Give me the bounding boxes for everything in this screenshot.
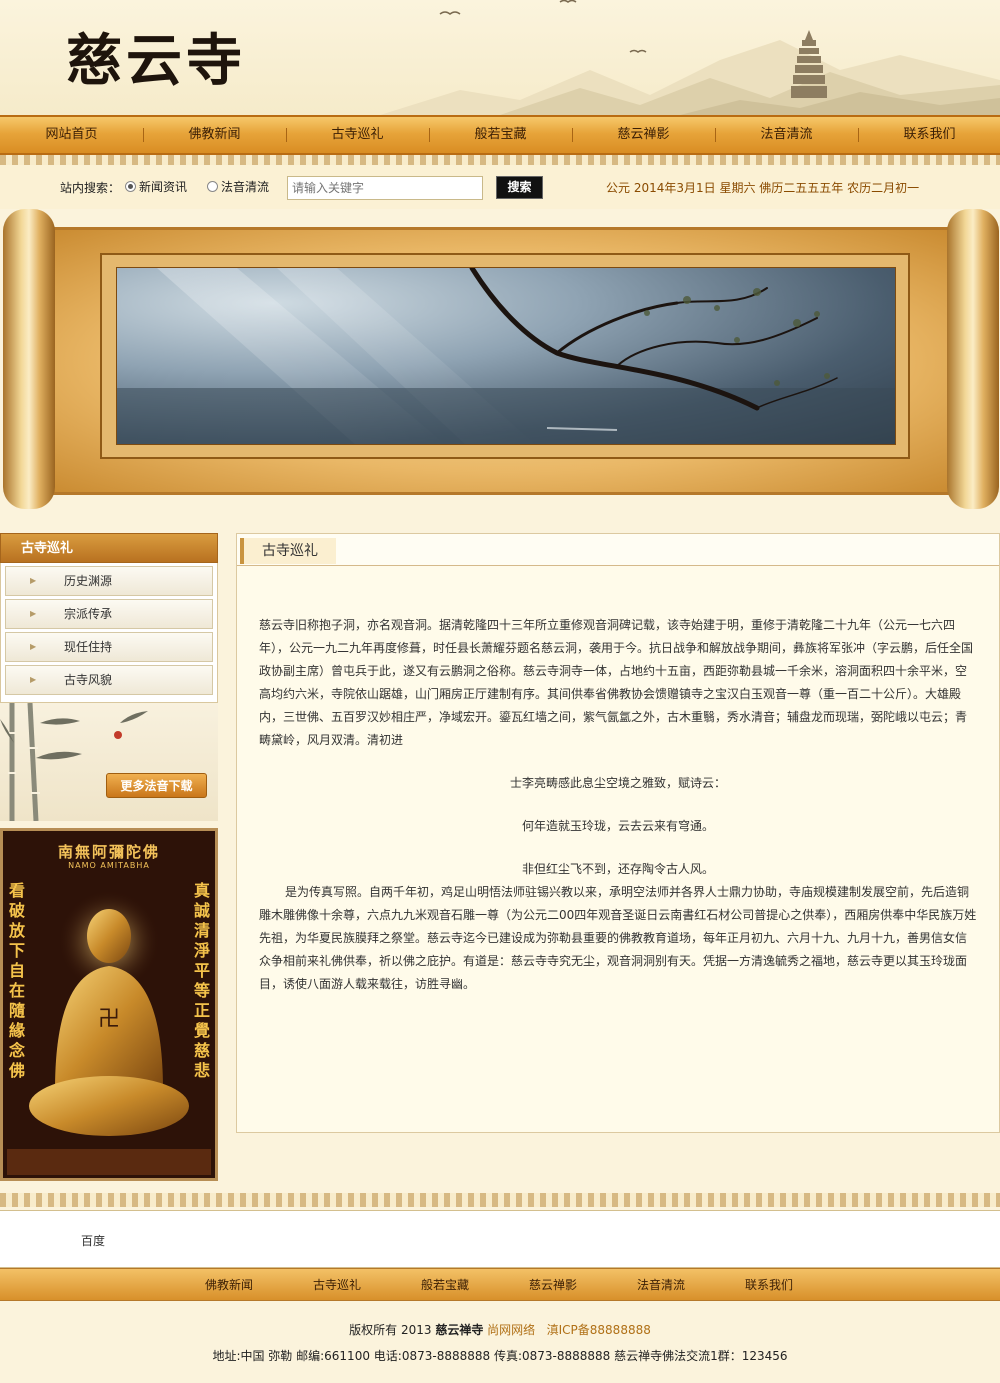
search-label: 站内搜索： bbox=[60, 181, 121, 195]
footer-nav: 佛教新闻 古寺巡礼 般若宝藏 慈云禅影 法音清流 联系我们 bbox=[0, 1268, 1000, 1301]
bamboo-icon bbox=[0, 703, 148, 821]
footer-nav-contact[interactable]: 联系我们 bbox=[745, 1269, 853, 1302]
main-nav: 网站首页 佛教新闻 古寺巡礼 般若宝藏 慈云禅影 法音清流 联系我们 bbox=[0, 115, 1000, 155]
footer-nav-prajna[interactable]: 般若宝藏 bbox=[421, 1269, 529, 1302]
article-paragraph: 是为传真写照。自两千年初，鸡足山明悟法师驻锡兴教以来，承明空法师并各界人士鼎力协… bbox=[259, 885, 977, 991]
search-option-news-label: 新闻资讯 bbox=[139, 180, 188, 194]
main-content: 古寺巡礼 慈云寺旧称抱子洞，亦名观音洞。据清乾隆四十三年所立重修观音洞碑记载，该… bbox=[236, 533, 1000, 1133]
nav-item-contact[interactable]: 联系我们 bbox=[858, 117, 1000, 153]
search-option-audio[interactable]: 法音清流 bbox=[207, 178, 269, 195]
nav-item-home[interactable]: 网站首页 bbox=[0, 117, 143, 153]
fret-border-divider bbox=[0, 155, 1000, 165]
more-downloads-button[interactable]: 更多法音下载 bbox=[106, 773, 207, 798]
sidebar-item-history[interactable]: 历史渊源 bbox=[5, 566, 213, 596]
sidebar-title: 古寺巡礼 bbox=[0, 533, 218, 563]
banner-image bbox=[116, 267, 896, 445]
site-header: 慈云寺 bbox=[0, 0, 1000, 115]
footer-fret-divider bbox=[0, 1193, 1000, 1207]
sidebar: 古寺巡礼 历史渊源 宗派传承 现任住持 古寺风貌 bbox=[0, 533, 218, 703]
copyright-prefix: 版权所有 2013 bbox=[349, 1323, 432, 1337]
copyright: 版权所有 2013 慈云禅寺 尚网网络 滇ICP备88888888 bbox=[0, 1321, 1000, 1338]
nav-item-news[interactable]: 佛教新闻 bbox=[143, 117, 286, 153]
mountain-landscape-decoration bbox=[380, 0, 1000, 115]
misty-lake-tree-image bbox=[117, 268, 895, 444]
search-option-audio-label: 法音清流 bbox=[221, 180, 270, 194]
footer-nav-dharma-audio[interactable]: 法音清流 bbox=[637, 1269, 745, 1302]
footer-nav-temple-tour[interactable]: 古寺巡礼 bbox=[313, 1269, 421, 1302]
poem-line: 非但红尘飞不到，还存陶令古人风。 bbox=[521, 862, 714, 876]
search-bar: 站内搜索： 新闻资讯 法音清流 搜索 公元 2014年3月1日 星期六 佛历二五… bbox=[0, 165, 1000, 209]
icp-link[interactable]: 滇ICP备88888888 bbox=[547, 1323, 651, 1337]
nav-item-prajna[interactable]: 般若宝藏 bbox=[429, 117, 572, 153]
sidebar-menu: 历史渊源 宗派传承 现任住持 古寺风貌 bbox=[0, 563, 218, 703]
footer-nav-gallery[interactable]: 慈云禅影 bbox=[529, 1269, 637, 1302]
poem-line: 何年造就玉玲珑，云去云来有穹通。 bbox=[521, 819, 714, 833]
footer-nav-news[interactable]: 佛教新闻 bbox=[205, 1269, 313, 1302]
bamboo-panel: 更多法音下载 bbox=[0, 703, 218, 821]
footer-address: 地址:中国 弥勒 邮编:661100 电话:0873-8888888 传真:08… bbox=[212, 1349, 788, 1363]
sidebar-item-lineage[interactable]: 宗派传承 bbox=[5, 599, 213, 629]
nav-item-temple-tour[interactable]: 古寺巡礼 bbox=[286, 117, 429, 153]
radio-selected-icon[interactable] bbox=[125, 181, 136, 192]
sidebar-item-scenery[interactable]: 古寺风貌 bbox=[5, 665, 213, 695]
friend-links: 百度 bbox=[0, 1210, 1000, 1268]
content-header: 古寺巡礼 bbox=[237, 534, 999, 566]
search-option-news[interactable]: 新闻资讯 bbox=[125, 178, 187, 195]
radio-unselected-icon[interactable] bbox=[207, 181, 218, 192]
sidebar-item-abbot[interactable]: 现任住持 bbox=[5, 632, 213, 662]
search-button[interactable]: 搜索 bbox=[496, 176, 543, 199]
date-display: 公元 2014年3月1日 星期六 佛历二五五五年 农历二月初一 bbox=[606, 181, 920, 195]
scroll-roller-right bbox=[947, 209, 999, 509]
article-paragraph: 慈云寺旧称抱子洞，亦名观音洞。据清乾隆四十三年所立重修观音洞碑记载，该寺始建于明… bbox=[259, 618, 974, 747]
search-input[interactable] bbox=[287, 176, 483, 200]
article-body: 慈云寺旧称抱子洞，亦名观音洞。据清乾隆四十三年所立重修观音洞碑记载，该寺始建于明… bbox=[237, 566, 999, 996]
scroll-roller-left bbox=[3, 209, 55, 509]
scroll-banner bbox=[0, 209, 1000, 509]
friend-link-baidu[interactable]: 百度 bbox=[81, 1232, 105, 1249]
svg-text:卍: 卍 bbox=[98, 1007, 120, 1032]
copyright-company-link[interactable]: 尚网网络 bbox=[487, 1323, 535, 1337]
site-logo[interactable]: 慈云寺 bbox=[66, 16, 246, 97]
banner-frame bbox=[100, 253, 910, 459]
content-title: 古寺巡礼 bbox=[240, 538, 336, 564]
amitabha-image: 南無阿彌陀佛 NAMO AMITABHA 看破放下自在隨緣念佛 真誠清淨平等正覺… bbox=[0, 828, 218, 1181]
nav-item-gallery[interactable]: 慈云禅影 bbox=[572, 117, 715, 153]
buddha-figure-icon: 卍 bbox=[7, 891, 211, 1175]
copyright-name: 慈云禅寺 bbox=[435, 1323, 484, 1337]
birds-icon bbox=[439, 0, 647, 53]
nav-item-dharma-audio[interactable]: 法音清流 bbox=[715, 117, 858, 153]
poem-intro: 士李亮畴感此息尘空境之雅致，赋诗云： bbox=[509, 776, 726, 790]
